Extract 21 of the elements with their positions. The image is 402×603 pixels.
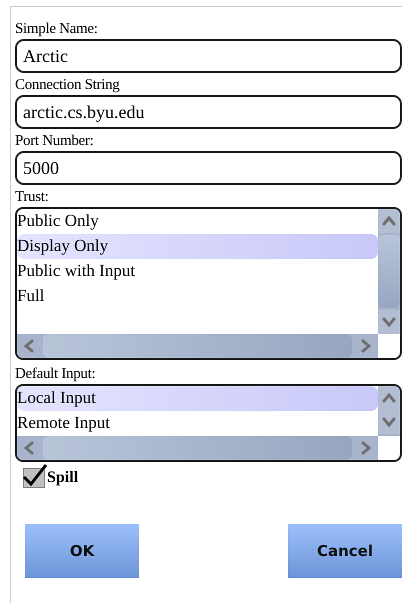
cancel-button[interactable]: Cancel	[288, 524, 402, 578]
horizontal-scrollbar[interactable]	[17, 334, 378, 358]
list-item[interactable]: Remote Input	[17, 411, 378, 436]
vertical-scrollbar[interactable]	[378, 209, 400, 334]
vertical-scrollbar[interactable]	[378, 386, 400, 436]
ok-button[interactable]: OK	[25, 524, 139, 578]
list-label: Default Input:	[15, 365, 96, 384]
list-item[interactable]: Full	[17, 284, 378, 309]
list-item[interactable]: Public with Input	[17, 259, 378, 284]
horizontal-scrollbar[interactable]	[17, 436, 378, 460]
list-label: Trust:	[15, 188, 50, 207]
checkbox-label: Spill	[47, 468, 78, 488]
input-field[interactable]: Arctic	[15, 39, 402, 73]
field-label: Connection String	[15, 76, 120, 95]
input-field[interactable]: arctic.cs.byu.edu	[15, 95, 402, 129]
input-field[interactable]: 5000	[15, 151, 402, 185]
field-label: Port Number:	[15, 132, 94, 151]
list-item[interactable]: Local Input	[17, 386, 378, 411]
list-item[interactable]: Display Only	[17, 234, 378, 259]
field-label: Simple Name:	[15, 20, 99, 39]
list-item[interactable]: Public Only	[17, 209, 378, 234]
